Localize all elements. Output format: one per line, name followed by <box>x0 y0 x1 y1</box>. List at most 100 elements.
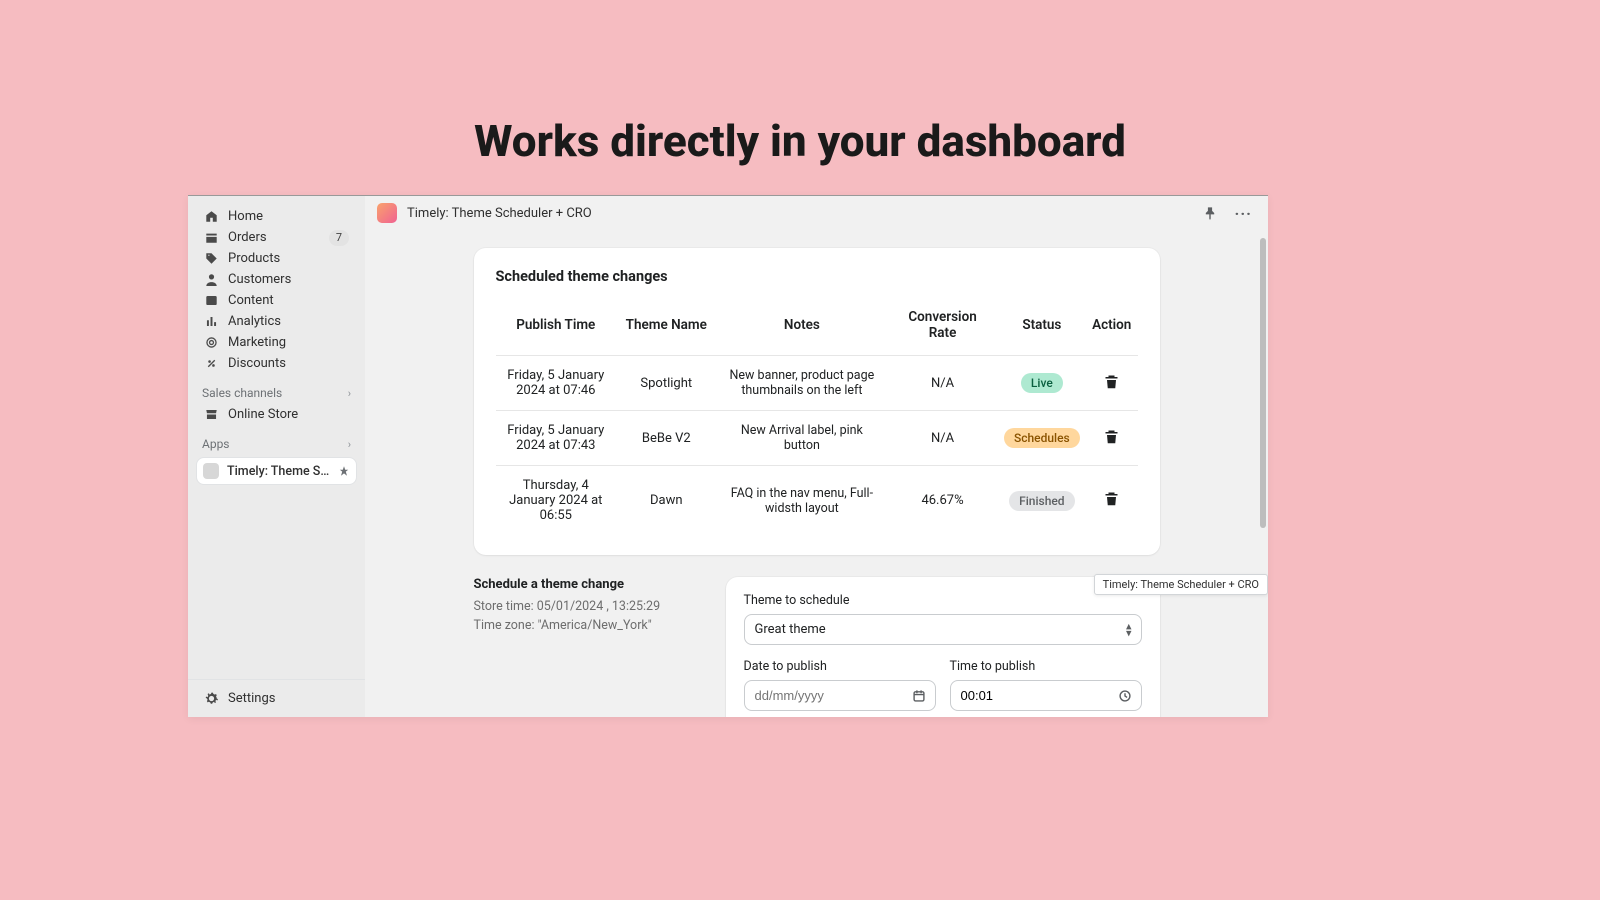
cell-action <box>1086 411 1138 466</box>
nav-label: Home <box>228 209 349 224</box>
sidebar: Home Orders 7 Products Customers Content <box>188 196 365 717</box>
orders-icon <box>204 231 218 244</box>
cell-publish: Thursday, 4 January 2024 at 06:55 <box>496 466 617 536</box>
status-badge: Schedules <box>1004 428 1080 448</box>
section-label: Apps <box>202 437 230 451</box>
cell-name: Spotlight <box>616 356 716 411</box>
main-panel: Timely: Theme Scheduler + CRO ··· Schedu… <box>365 196 1268 717</box>
nav-orders[interactable]: Orders 7 <box>196 227 357 248</box>
cell-notes: FAQ in the nav menu, Full-widsth layout <box>717 466 888 536</box>
store-time: Store time: 05/01/2024 , 13:25:29 <box>474 598 702 617</box>
scrollbar[interactable] <box>1258 230 1268 717</box>
cell-action <box>1086 356 1138 411</box>
nav-products[interactable]: Products <box>196 248 357 269</box>
scrollbar-thumb[interactable] <box>1260 238 1266 528</box>
col-name: Theme Name <box>616 299 716 356</box>
time-label: Time to publish <box>950 659 1142 674</box>
cell-name: Dawn <box>616 466 716 536</box>
cell-rate: N/A <box>887 356 998 411</box>
hero-title: Works directly in your dashboard <box>0 115 1600 167</box>
app-icon <box>203 463 219 479</box>
cell-notes: New Arrival label, pink button <box>717 411 888 466</box>
gear-icon <box>204 692 218 705</box>
scheduled-table: Publish Time Theme Name Notes Conversion… <box>496 299 1138 535</box>
sales-channels-header[interactable]: Sales channels › <box>188 374 365 404</box>
select-chevron-icon: ▴▾ <box>1126 622 1132 637</box>
delete-button[interactable] <box>1104 374 1119 389</box>
status-badge: Live <box>1021 373 1063 393</box>
cell-rate: N/A <box>887 411 998 466</box>
schedule-form-card: Theme to schedule Great theme ▴▾ Date to… <box>726 577 1160 717</box>
nav-label: Content <box>228 293 349 308</box>
pin-app-button[interactable] <box>1199 202 1221 224</box>
chevron-right-icon: › <box>348 438 351 451</box>
app-title: Timely: Theme Scheduler + CRO <box>407 206 592 221</box>
pinned-app-item[interactable]: Timely: Theme Sched... <box>196 457 357 485</box>
time-zone: Time zone: "America/New_York" <box>474 617 702 636</box>
app-logo-icon <box>377 203 397 223</box>
theme-select[interactable]: Great theme <box>744 614 1142 645</box>
nav-customers[interactable]: Customers <box>196 269 357 290</box>
discount-icon <box>204 357 218 370</box>
date-label: Date to publish <box>744 659 936 674</box>
content-scroll[interactable]: Scheduled theme changes Publish Time The… <box>365 230 1268 717</box>
col-notes: Notes <box>717 299 888 356</box>
nav-primary: Home Orders 7 Products Customers Content <box>188 196 365 374</box>
col-status: Status <box>998 299 1086 356</box>
person-icon <box>204 273 218 286</box>
date-input[interactable] <box>744 680 936 711</box>
cell-publish: Friday, 5 January 2024 at 07:46 <box>496 356 617 411</box>
table-row: Friday, 5 January 2024 at 07:46Spotlight… <box>496 356 1138 411</box>
nav-content[interactable]: Content <box>196 290 357 311</box>
cell-status: Schedules <box>998 411 1086 466</box>
nav-analytics[interactable]: Analytics <box>196 311 357 332</box>
tooltip: Timely: Theme Scheduler + CRO <box>1094 574 1268 595</box>
time-input[interactable] <box>950 680 1142 711</box>
more-button[interactable]: ··· <box>1231 200 1256 227</box>
nav-label: Discounts <box>228 356 349 371</box>
schedule-heading: Schedule a theme change <box>474 577 702 592</box>
home-icon <box>204 210 218 223</box>
nav-discounts[interactable]: Discounts <box>196 353 357 374</box>
status-badge: Finished <box>1009 491 1074 511</box>
nav-online-store[interactable]: Online Store <box>196 404 357 425</box>
chevron-right-icon: › <box>348 387 351 400</box>
nav-label: Online Store <box>228 407 349 422</box>
nav-marketing[interactable]: Marketing <box>196 332 357 353</box>
nav-label: Marketing <box>228 335 349 350</box>
col-publish: Publish Time <box>496 299 617 356</box>
theme-label: Theme to schedule <box>744 593 1142 608</box>
cell-action <box>1086 466 1138 536</box>
cell-status: Live <box>998 356 1086 411</box>
pin-icon[interactable] <box>338 465 350 477</box>
nav-label: Orders <box>228 230 319 245</box>
nav-label: Customers <box>228 272 349 287</box>
nav-home[interactable]: Home <box>196 206 357 227</box>
app-window: Home Orders 7 Products Customers Content <box>188 195 1268 717</box>
calendar-icon[interactable] <box>912 689 926 703</box>
cell-status: Finished <box>998 466 1086 536</box>
store-icon <box>204 408 218 421</box>
col-rate: Conversion Rate <box>887 299 998 356</box>
nav-settings[interactable]: Settings <box>196 688 357 709</box>
section-label: Sales channels <box>202 386 282 400</box>
cell-notes: New banner, product page thumbnails on t… <box>717 356 888 411</box>
scheduled-changes-card: Scheduled theme changes Publish Time The… <box>474 248 1160 555</box>
cell-rate: 46.67% <box>887 466 998 536</box>
topbar: Timely: Theme Scheduler + CRO ··· <box>365 196 1268 230</box>
col-action: Action <box>1086 299 1138 356</box>
delete-button[interactable] <box>1104 429 1119 444</box>
target-icon <box>204 336 218 349</box>
nav-label: Analytics <box>228 314 349 329</box>
cell-name: BeBe V2 <box>616 411 716 466</box>
card-title: Scheduled theme changes <box>496 268 1138 285</box>
clock-icon[interactable] <box>1118 689 1132 703</box>
apps-header[interactable]: Apps › <box>188 425 365 455</box>
nav-label: Settings <box>228 691 349 706</box>
table-row: Thursday, 4 January 2024 at 06:55DawnFAQ… <box>496 466 1138 536</box>
analytics-icon <box>204 315 218 328</box>
nav-label: Products <box>228 251 349 266</box>
app-label: Timely: Theme Sched... <box>227 464 330 479</box>
content-icon <box>204 294 218 307</box>
delete-button[interactable] <box>1104 491 1119 506</box>
